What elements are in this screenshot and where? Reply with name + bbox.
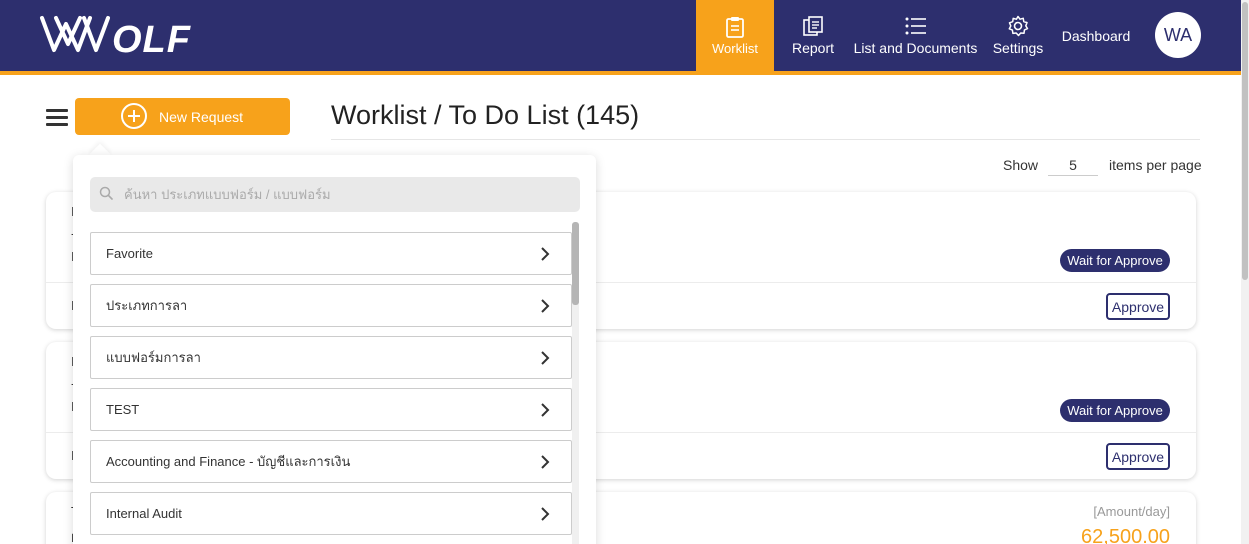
category-item-leave-form[interactable]: แบบฟอร์มการลา: [90, 336, 572, 379]
nav-worklist[interactable]: Worklist: [696, 0, 774, 71]
nav-settings-label: Settings: [992, 40, 1044, 56]
category-item-internal-audit[interactable]: Internal Audit: [90, 492, 572, 535]
category-list: Favorite ประเภทการลา แบบฟอร์มการลา TEST …: [90, 232, 572, 544]
approve-button[interactable]: Approve: [1106, 293, 1170, 320]
nav-list-and-documents-label: List and Documents: [853, 40, 978, 56]
category-label: Favorite: [106, 246, 153, 261]
category-label: TEST: [106, 402, 140, 417]
approve-button[interactable]: Approve: [1106, 443, 1170, 470]
items-per-page-label: items per page: [1109, 157, 1202, 173]
list-icon: [905, 15, 927, 37]
form-search-input[interactable]: [124, 177, 564, 212]
category-item-test[interactable]: TEST: [90, 388, 572, 431]
category-label: แบบฟอร์มการลา: [106, 350, 201, 365]
category-item-favorite[interactable]: Favorite: [90, 232, 572, 275]
status-badge: Wait for Approve: [1060, 399, 1170, 422]
category-item-accounting-finance[interactable]: Accounting and Finance - บัญชีและการเงิน: [90, 440, 572, 483]
new-request-dropdown: Favorite ประเภทการลา แบบฟอร์มการลา TEST …: [73, 155, 596, 544]
nav-dashboard[interactable]: Dashboard: [1058, 0, 1134, 71]
plus-circle-icon: [121, 103, 147, 129]
clipboard-icon: [725, 16, 745, 38]
nav-list-and-documents[interactable]: List and Documents: [852, 0, 979, 71]
amount-value: 62,500.00: [1081, 526, 1170, 544]
nav-settings[interactable]: Settings: [988, 0, 1048, 71]
chevron-right-icon: [541, 403, 550, 417]
gear-icon: [1007, 15, 1029, 37]
nav-worklist-label: Worklist: [712, 40, 758, 56]
new-request-button[interactable]: New Request: [75, 98, 290, 135]
nav-report-label: Report: [791, 40, 835, 56]
page-scrollbar[interactable]: [1241, 0, 1249, 544]
show-label: Show: [1003, 157, 1039, 173]
category-label: ประเภทการลา: [106, 298, 188, 313]
chevron-right-icon: [541, 299, 550, 313]
page-title: Worklist / To Do List (145): [331, 100, 640, 130]
hamburger-menu-icon[interactable]: [46, 109, 68, 127]
form-search-box: [90, 177, 580, 212]
chevron-right-icon: [541, 507, 550, 521]
chevron-right-icon: [541, 455, 550, 469]
top-nav-bar: OLF Worklist Report List and Documents S…: [0, 0, 1241, 71]
dropdown-scrollbar-thumb[interactable]: [572, 222, 579, 305]
chevron-right-icon: [541, 247, 550, 261]
nav-dashboard-label: Dashboard: [1061, 27, 1131, 44]
wolf-logo[interactable]: OLF: [38, 12, 208, 58]
category-item-leave-type[interactable]: ประเภทการลา: [90, 284, 572, 327]
title-divider: [331, 139, 1200, 140]
new-request-label: New Request: [159, 108, 244, 125]
nav-accent-stripe: [0, 71, 1241, 75]
status-badge: Wait for Approve: [1060, 249, 1170, 272]
dropdown-scrollbar[interactable]: [572, 222, 579, 544]
category-label: Accounting and Finance - บัญชีและการเงิน: [106, 454, 351, 469]
chevron-right-icon: [541, 351, 550, 365]
category-label: Internal Audit: [106, 506, 182, 521]
report-icon: [803, 15, 823, 37]
user-avatar[interactable]: WA: [1155, 12, 1201, 58]
search-icon: [99, 186, 113, 200]
page-scrollbar-thumb[interactable]: [1242, 2, 1248, 280]
amount-label: [Amount/day]: [1093, 504, 1170, 519]
svg-text:OLF: OLF: [112, 19, 192, 58]
nav-report[interactable]: Report: [786, 0, 840, 71]
items-per-page-input[interactable]: [1048, 154, 1098, 176]
